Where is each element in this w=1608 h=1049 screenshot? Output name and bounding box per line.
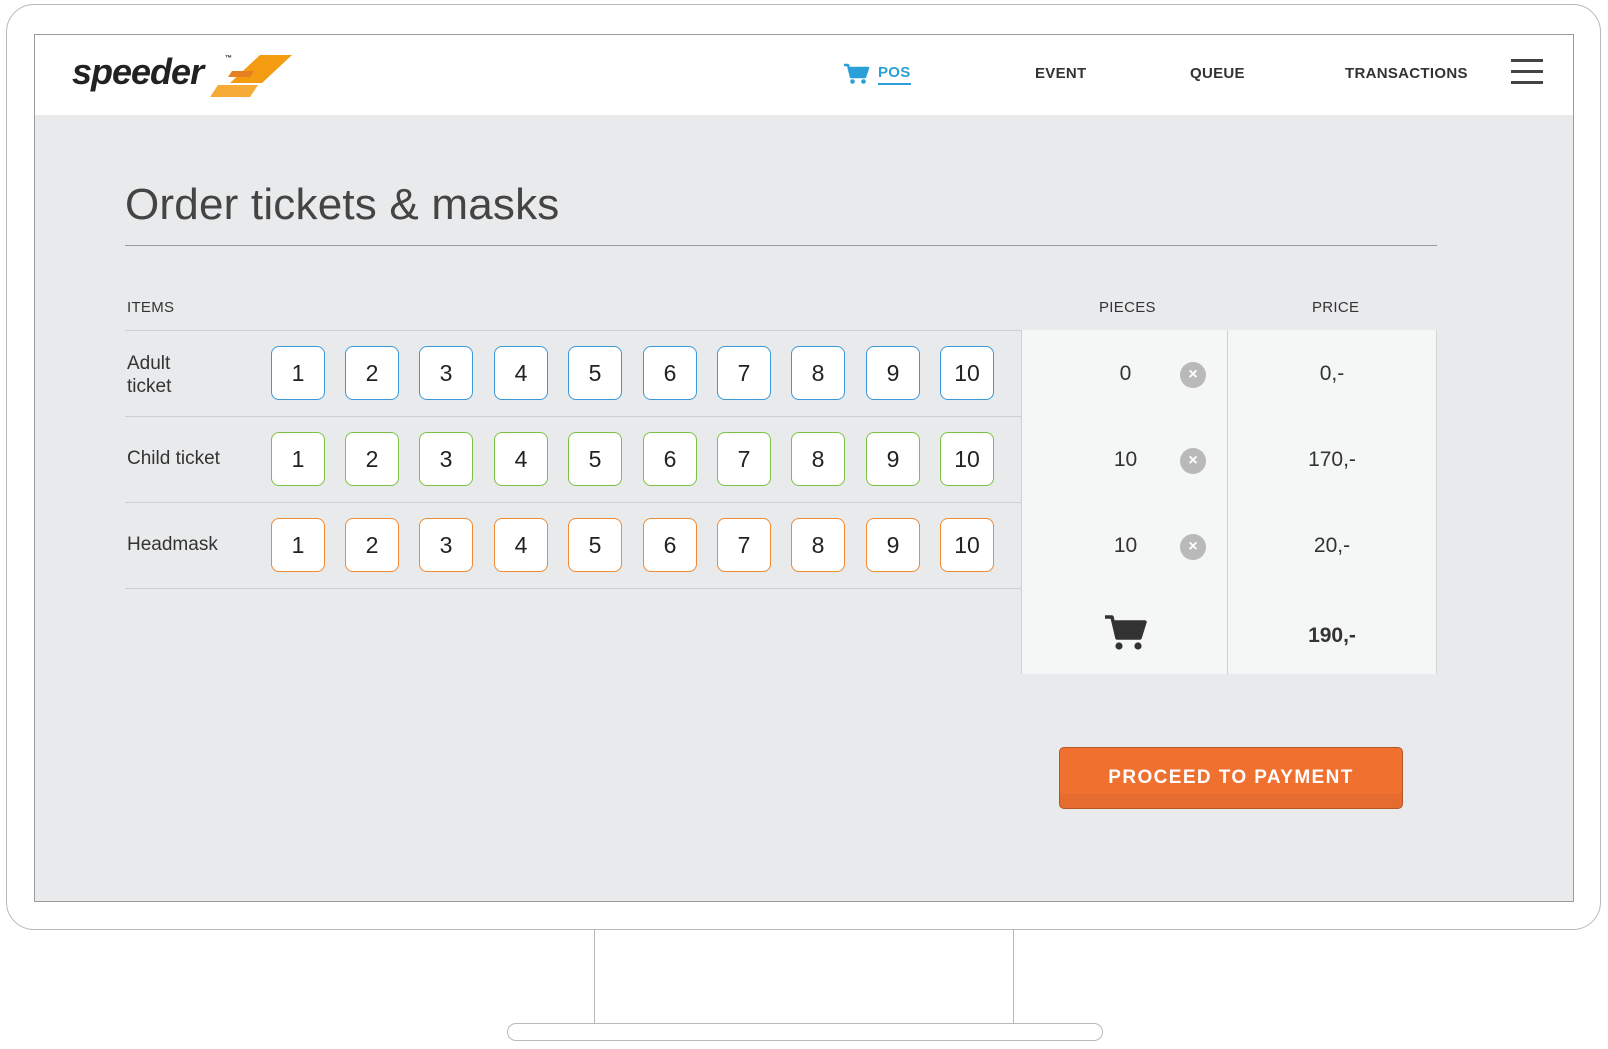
hamburger-icon[interactable] [1511,59,1543,85]
table-row: Adult ticket 1 2 3 4 5 6 7 8 9 10 0 × 0,- [125,330,1437,416]
price-cell: 170,- [1228,416,1437,502]
table-row: Child ticket 1 2 3 4 5 6 7 8 9 10 10 × 170,- [125,416,1437,502]
page-title: Order tickets & masks [125,180,560,229]
quantity-button-10[interactable]: 10 [940,518,994,572]
quantity-button-2[interactable]: 2 [345,346,399,400]
quantity-button-1[interactable]: 1 [271,518,325,572]
proceed-to-payment-button[interactable]: PROCEED TO PAYMENT [1059,747,1403,809]
quantity-button-3[interactable]: 3 [419,346,473,400]
quantity-button-4[interactable]: 4 [494,346,548,400]
quantity-button-8[interactable]: 8 [791,346,845,400]
nav-item-transactions[interactable]: TRANSACTIONS [1345,65,1468,82]
quantity-button-10[interactable]: 10 [940,346,994,400]
screen: speeder ™ POS EVENT QUEUE TRANSACTIONS O… [34,34,1574,902]
item-label-line: Child ticket [127,448,220,469]
quantity-button-8[interactable]: 8 [791,432,845,486]
quantity-button-4[interactable]: 4 [494,518,548,572]
quantity-button-7[interactable]: 7 [717,346,771,400]
item-label-line: Adult [127,353,171,374]
quantity-button-5[interactable]: 5 [568,432,622,486]
nav-item-label: POS [878,64,911,85]
brand-name: speeder [72,51,204,92]
pieces-cell: 10 × [1021,416,1228,502]
item-label-line: ticket [127,376,172,397]
item-label: Headmask [127,533,218,556]
price-cell: 0,- [1228,330,1437,416]
top-navbar: speeder ™ POS EVENT QUEUE TRANSACTIONS [35,35,1573,115]
column-header-pieces: PIECES [1099,299,1156,316]
nav-item-event[interactable]: EVENT [1035,65,1087,82]
quantity-button-5[interactable]: 5 [568,518,622,572]
column-header-price: PRICE [1312,299,1360,316]
item-label-line: Headmask [127,534,218,555]
quantity-button-6[interactable]: 6 [643,432,697,486]
monitor-stand [594,930,1014,1024]
quantity-button-6[interactable]: 6 [643,518,697,572]
price-value: 0,- [1319,362,1345,385]
quantity-button-10[interactable]: 10 [940,432,994,486]
total-cart-cell [1021,588,1228,674]
item-label: Adult ticket [127,352,171,398]
price-value: 170,- [1308,448,1356,471]
total-price: 190,- [1308,624,1356,647]
monitor-base [507,1023,1103,1041]
quantity-button-7[interactable]: 7 [717,432,771,486]
quantity-button-9[interactable]: 9 [866,346,920,400]
quantity-button-2[interactable]: 2 [345,518,399,572]
quantity-button-6[interactable]: 6 [643,346,697,400]
table-row: Headmask 1 2 3 4 5 6 7 8 9 10 10 × 20,- [125,502,1437,588]
brand-logo[interactable]: speeder ™ [72,51,292,101]
nav-item-pos[interactable]: POS [843,63,911,85]
pieces-cell: 0 × [1021,330,1228,416]
price-value: 20,- [1313,534,1351,557]
quantity-button-3[interactable]: 3 [419,432,473,486]
trademark-mark: ™ [225,55,232,62]
quantity-button-3[interactable]: 3 [419,518,473,572]
cart-icon [1105,615,1147,650]
quantity-button-8[interactable]: 8 [791,518,845,572]
logo-mark-icon [210,55,292,97]
quantity-button-9[interactable]: 9 [866,518,920,572]
total-price-cell: 190,- [1228,588,1437,674]
cart-icon [844,63,870,84]
column-header-items: ITEMS [127,299,175,316]
quantity-button-5[interactable]: 5 [568,346,622,400]
quantity-button-1[interactable]: 1 [271,346,325,400]
clear-icon[interactable]: × [1180,448,1206,474]
pieces-cell: 10 × [1021,502,1228,588]
title-divider [125,245,1437,246]
price-cell: 20,- [1228,502,1437,588]
quantity-button-9[interactable]: 9 [866,432,920,486]
nav-item-queue[interactable]: QUEUE [1190,65,1245,82]
item-label: Child ticket [127,447,220,470]
clear-icon[interactable]: × [1180,534,1206,560]
quantity-button-2[interactable]: 2 [345,432,399,486]
quantity-button-7[interactable]: 7 [717,518,771,572]
clear-icon[interactable]: × [1180,362,1206,388]
quantity-button-4[interactable]: 4 [494,432,548,486]
quantity-button-1[interactable]: 1 [271,432,325,486]
